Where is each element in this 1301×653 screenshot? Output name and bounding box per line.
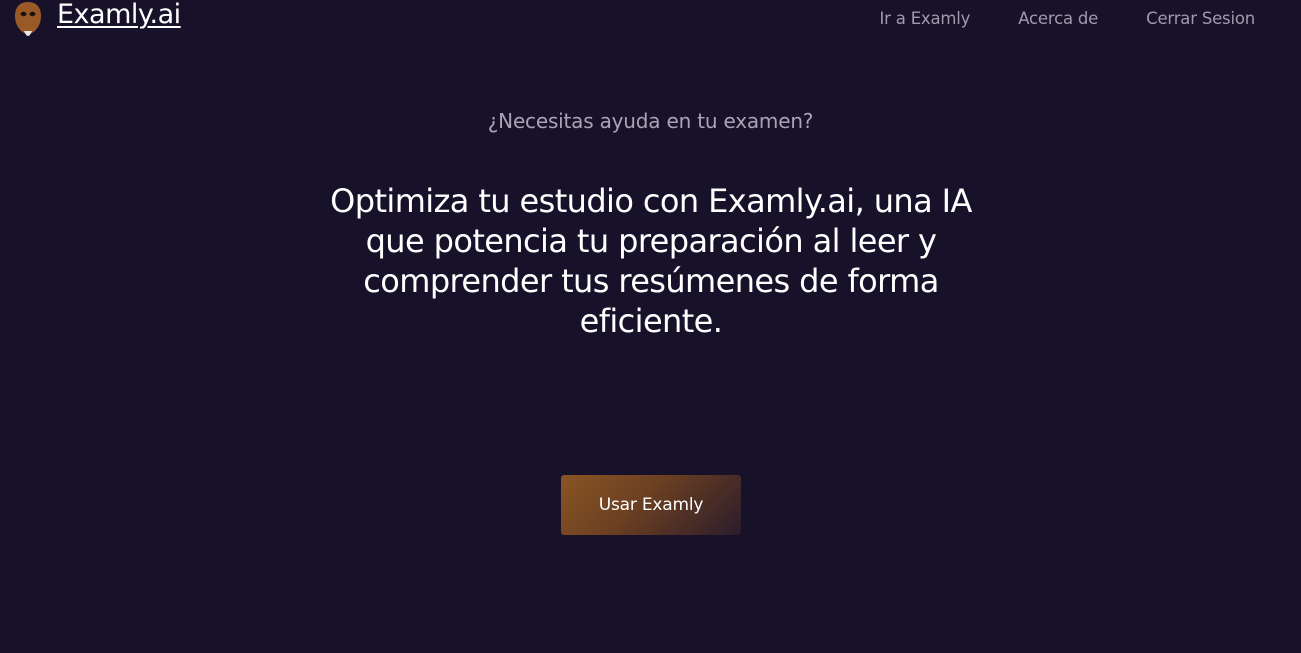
top-navbar: Examly.ai Ir a Examly Acerca de Cerrar S…	[0, 0, 1301, 44]
nav-link-acerca-de[interactable]: Acerca de	[1018, 8, 1098, 30]
hero-kicker: ¿Necesitas ayuda en tu examen?	[487, 109, 814, 133]
owl-mascot-icon	[15, 2, 41, 36]
hero-headline: Optimiza tu estudio con Examly.ai, una I…	[330, 182, 972, 340]
brand-name[interactable]: Examly.ai	[57, 0, 181, 32]
main-nav: Ir a Examly Acerca de Cerrar Sesion	[879, 8, 1255, 30]
brand-link[interactable]: Examly.ai	[13, 0, 181, 42]
nav-link-cerrar-sesion[interactable]: Cerrar Sesion	[1146, 8, 1255, 30]
nav-link-ir-a-examly[interactable]: Ir a Examly	[879, 8, 970, 30]
use-examly-button[interactable]: Usar Examly	[561, 475, 741, 535]
landing-page: Examly.ai Ir a Examly Acerca de Cerrar S…	[0, 0, 1301, 653]
